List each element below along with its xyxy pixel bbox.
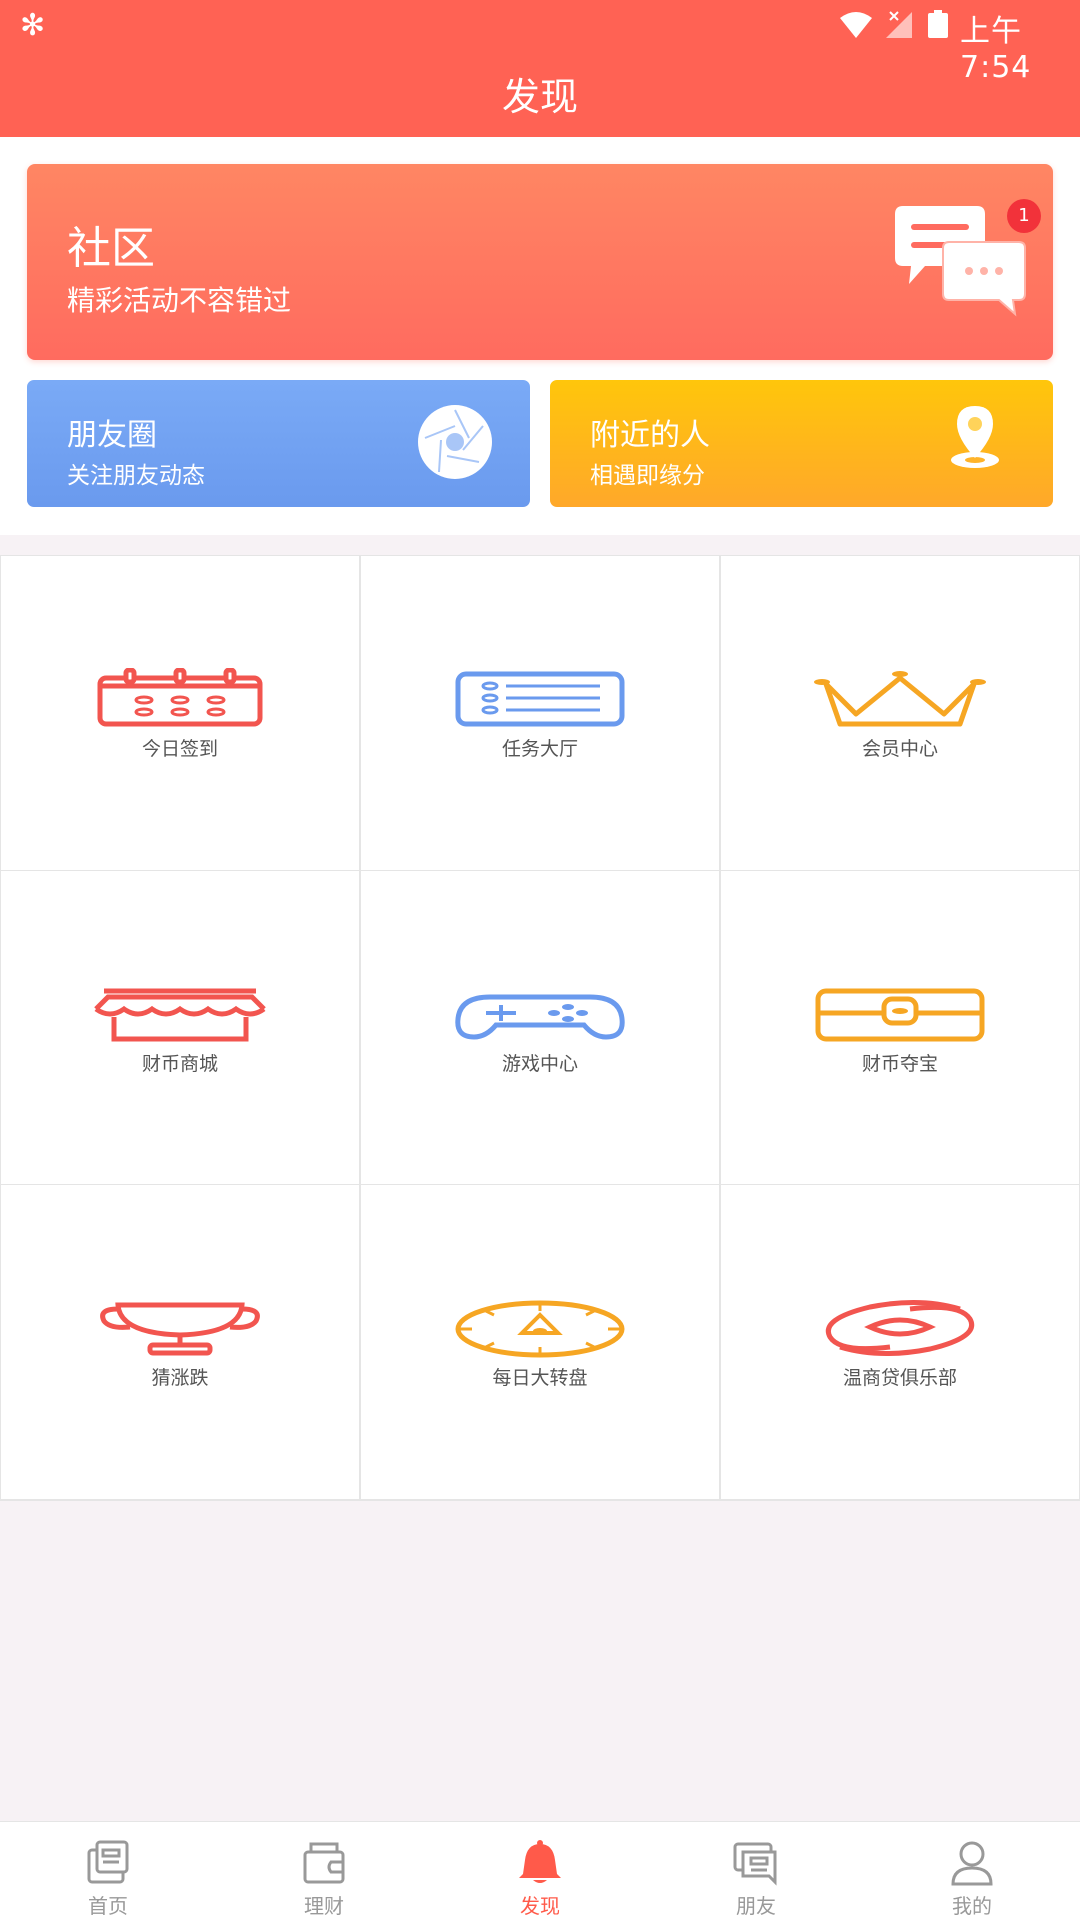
grid-item-label: 游戏中心	[501, 1052, 578, 1075]
page-title: 发现	[501, 75, 578, 119]
task-list-icon	[455, 671, 625, 727]
calendar-icon	[97, 668, 263, 727]
shop-icon	[94, 988, 266, 1042]
nearby-subtitle: 相遇即缘分	[590, 463, 705, 489]
nearby-title: 附近的人	[590, 418, 710, 453]
camera-aperture-icon	[418, 405, 492, 479]
grid-item-label: 财币夺宝	[861, 1052, 938, 1075]
grid-item-label: 财币商城	[141, 1052, 218, 1075]
moments-card[interactable]: 朋友圈 关注朋友动态	[27, 380, 530, 507]
moments-subtitle: 关注朋友动态	[67, 463, 205, 489]
club-logo-icon	[826, 1300, 974, 1357]
grid-item-label: 温商贷俱乐部	[842, 1367, 957, 1390]
nav-home[interactable]: 首页	[0, 1822, 216, 1921]
location-pin-icon	[951, 406, 999, 468]
community-title: 社区	[67, 223, 155, 274]
home-icon	[87, 1840, 129, 1884]
trophy-icon	[100, 1302, 260, 1356]
nav-label: 发现	[520, 1894, 560, 1918]
nav-discover[interactable]: 发现	[432, 1822, 648, 1921]
treasure-box-icon	[815, 988, 985, 1042]
grid-item-game-center[interactable]: 游戏中心	[360, 870, 720, 1186]
wheel-icon	[455, 1300, 625, 1358]
battery-icon	[928, 10, 948, 38]
nav-label: 理财	[304, 1894, 344, 1918]
feature-grid: 今日签到 任务大厅 会员中心 财币商城 游戏中心 财币夺宝 猜涨跌 每日大转盘 …	[0, 555, 1080, 1501]
gamepad-icon	[455, 994, 625, 1040]
nav-label: 我的	[952, 1894, 992, 1918]
notification-badge: 1	[1007, 199, 1041, 233]
grid-item-club[interactable]: 温商贷俱乐部	[720, 1185, 1080, 1500]
grid-item-label: 会员中心	[861, 738, 938, 760]
nav-label: 朋友	[736, 1894, 776, 1918]
grid-item-label: 今日签到	[141, 738, 218, 760]
user-icon	[951, 1841, 993, 1886]
signal-icon	[886, 11, 912, 38]
nav-label: 首页	[88, 1894, 128, 1918]
nav-mine[interactable]: 我的	[864, 1822, 1080, 1921]
bottom-nav: 首页 理财 发现 朋友 我的	[0, 1821, 1080, 1921]
community-subtitle: 精彩活动不容错过	[67, 284, 292, 317]
bell-icon	[519, 1840, 561, 1883]
grid-item-task-hall[interactable]: 任务大厅	[360, 556, 720, 871]
wallet-icon	[303, 1842, 345, 1884]
chat-icon	[733, 1842, 777, 1886]
grid-item-label: 任务大厅	[501, 738, 578, 760]
maple-leaf-icon: ✻	[20, 8, 46, 43]
crown-icon	[814, 671, 986, 727]
nearby-card[interactable]: 附近的人 相遇即缘分	[550, 380, 1053, 507]
grid-item-daily-wheel[interactable]: 每日大转盘	[360, 1185, 720, 1500]
grid-item-checkin[interactable]: 今日签到	[0, 556, 360, 871]
moments-title: 朋友圈	[67, 418, 157, 453]
grid-item-label: 猜涨跌	[151, 1367, 209, 1390]
nav-finance[interactable]: 理财	[216, 1822, 432, 1921]
community-card[interactable]: 社区 精彩活动不容错过 1	[27, 164, 1053, 360]
grid-item-coin-treasure[interactable]: 财币夺宝	[720, 870, 1080, 1186]
grid-item-coin-mall[interactable]: 财币商城	[0, 870, 360, 1186]
grid-item-label: 每日大转盘	[492, 1367, 588, 1390]
app-header: ✻ 上午7:54 发现	[0, 0, 1080, 137]
wifi-icon	[840, 12, 872, 38]
nav-friends[interactable]: 朋友	[648, 1822, 864, 1921]
grid-item-guess-updown[interactable]: 猜涨跌	[0, 1185, 360, 1500]
grid-item-member-center[interactable]: 会员中心	[720, 556, 1080, 871]
status-bar: ✻ 上午7:54	[0, 0, 1080, 85]
